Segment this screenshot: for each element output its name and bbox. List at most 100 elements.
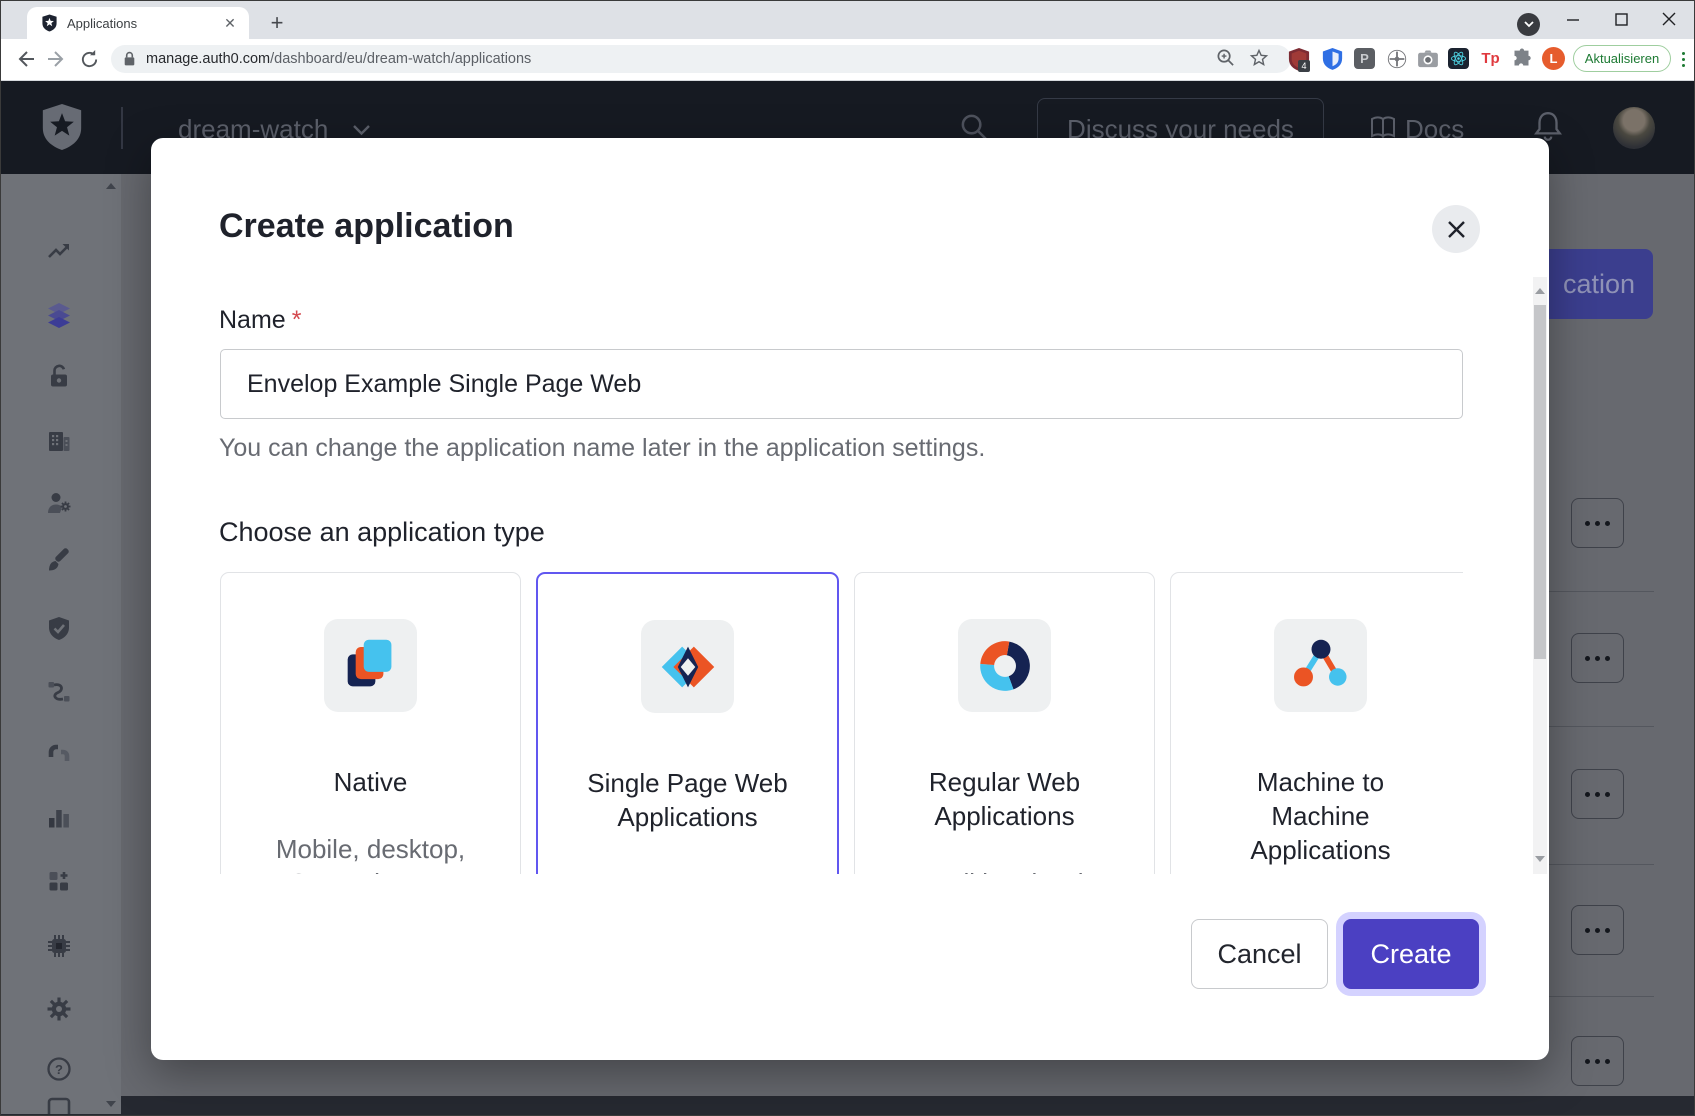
browser-update-button[interactable]: Aktualisieren bbox=[1573, 45, 1671, 72]
create-button[interactable]: Create bbox=[1343, 919, 1479, 989]
blocks-plus-icon[interactable] bbox=[45, 867, 73, 895]
window-maximize-button[interactable] bbox=[1601, 5, 1641, 33]
tampermonkey-extension-icon[interactable]: Tp bbox=[1479, 47, 1502, 70]
card-description: A JavaScript bbox=[615, 867, 760, 874]
card-title-line: Native bbox=[334, 765, 408, 799]
row-actions-menu-button[interactable] bbox=[1571, 633, 1624, 683]
card-native[interactable]: Native Mobile, desktop, CLI and smart bbox=[220, 572, 521, 874]
tab-title: Applications bbox=[67, 16, 221, 31]
application-name-input[interactable] bbox=[220, 349, 1463, 419]
modal-scroll-down-icon[interactable] bbox=[1535, 856, 1545, 862]
create-application-modal: Create application Name* You can change … bbox=[151, 138, 1549, 1060]
password-manager-extension-icon[interactable] bbox=[1321, 47, 1344, 70]
application-type-heading: Choose an application type bbox=[219, 517, 545, 548]
forward-button[interactable] bbox=[43, 45, 71, 73]
card-title-line: Applications bbox=[1250, 833, 1390, 867]
name-label-text: Name bbox=[219, 306, 286, 334]
cancel-button[interactable]: Cancel bbox=[1191, 919, 1328, 989]
url-bar[interactable]: manage.auth0.com/dashboard/eu/dream-watc… bbox=[111, 45, 1291, 73]
card-desc-line: Traditional web bbox=[917, 866, 1092, 874]
adblock-extension-icon[interactable]: 4 bbox=[1287, 47, 1310, 70]
modal-scroll-up-icon[interactable] bbox=[1535, 288, 1545, 294]
layers-icon[interactable] bbox=[45, 301, 73, 329]
trending-chart-icon[interactable] bbox=[45, 237, 73, 265]
node-graph-icon bbox=[1274, 619, 1367, 712]
row-actions-menu-button[interactable] bbox=[1571, 769, 1624, 819]
card-title-line: Single Page Web bbox=[587, 766, 787, 800]
user-avatar[interactable] bbox=[1613, 107, 1655, 149]
adblock-badge: 4 bbox=[1298, 60, 1310, 72]
shield-check-icon[interactable] bbox=[45, 615, 73, 643]
row-actions-menu-button[interactable] bbox=[1571, 498, 1624, 548]
page-bottom-strip bbox=[121, 1096, 1695, 1116]
url-path: /dashboard/eu/dream-watch/applications bbox=[270, 51, 531, 67]
card-machine-to-machine[interactable]: Machine to Machine Applications bbox=[1170, 572, 1463, 874]
react-devtools-extension-icon[interactable] bbox=[1447, 47, 1470, 70]
card-title: Single Page Web Applications bbox=[587, 766, 787, 834]
unlock-icon[interactable] bbox=[45, 362, 73, 390]
row-divider bbox=[1549, 996, 1654, 997]
bookmark-star-icon[interactable] bbox=[1247, 46, 1270, 69]
help-circle-icon[interactable]: ? bbox=[45, 1055, 73, 1083]
row-actions-menu-button[interactable] bbox=[1571, 905, 1624, 955]
profile-letter: L bbox=[1542, 47, 1565, 70]
tp-letters: Tp bbox=[1481, 50, 1499, 67]
chip-icon[interactable] bbox=[45, 932, 73, 960]
browser-tab[interactable]: Applications ✕ bbox=[27, 7, 249, 39]
sidebar-scroll-down-icon[interactable] bbox=[106, 1101, 116, 1107]
window-minimize-button[interactable] bbox=[1553, 5, 1593, 33]
p-letter: P bbox=[1354, 48, 1375, 69]
card-title-line: Machine bbox=[1250, 799, 1390, 833]
card-single-page-web[interactable]: Single Page Web Applications A JavaScrip… bbox=[536, 572, 839, 874]
building-icon[interactable] bbox=[45, 427, 73, 455]
gear-icon[interactable] bbox=[45, 995, 73, 1023]
pipeline-icon[interactable] bbox=[45, 739, 73, 767]
extensions-puzzle-icon[interactable] bbox=[1510, 47, 1533, 70]
paintbrush-icon[interactable] bbox=[45, 547, 73, 575]
application-type-cards: Native Mobile, desktop, CLI and smart Si… bbox=[220, 572, 1463, 874]
browser-titlebar bbox=[1, 1, 1695, 39]
card-description: Mobile, desktop, CLI and smart bbox=[276, 832, 465, 874]
card-title: Native bbox=[334, 765, 408, 799]
back-button[interactable] bbox=[11, 45, 39, 73]
tab-search-icon[interactable] bbox=[1517, 13, 1540, 36]
name-field-label: Name* bbox=[219, 306, 301, 335]
card-title: Regular Web Applications bbox=[929, 765, 1080, 833]
card-description: Traditional web bbox=[917, 866, 1092, 874]
card-title-line: Applications bbox=[929, 799, 1080, 833]
bar-chart-icon[interactable] bbox=[45, 803, 73, 831]
modal-scrollbar-thumb[interactable] bbox=[1534, 305, 1546, 659]
user-gear-icon[interactable] bbox=[45, 489, 73, 517]
diamonds-icon bbox=[641, 620, 734, 713]
svg-text:?: ? bbox=[55, 1062, 63, 1077]
card-title-line: Regular Web bbox=[929, 765, 1080, 799]
card-regular-web[interactable]: Regular Web Applications Traditional web bbox=[854, 572, 1155, 874]
p-extension-icon[interactable]: P bbox=[1353, 47, 1376, 70]
new-tab-button[interactable]: + bbox=[263, 9, 291, 37]
row-divider bbox=[1549, 864, 1654, 865]
row-divider bbox=[1549, 591, 1654, 592]
browser-menu-icon[interactable] bbox=[1675, 46, 1691, 72]
modal-scroll-area: Name* You can change the application nam… bbox=[151, 277, 1533, 874]
sidebar-scroll-up-icon[interactable] bbox=[106, 183, 116, 189]
browser-profile-avatar[interactable]: L bbox=[1542, 47, 1565, 70]
auth0-favicon-icon bbox=[41, 14, 58, 32]
header-divider bbox=[121, 107, 123, 149]
url-domain: manage.auth0.com bbox=[146, 51, 270, 67]
flow-icon[interactable] bbox=[45, 677, 73, 705]
stacked-screens-icon bbox=[324, 619, 417, 712]
card-desc-line: CLI and smart bbox=[276, 866, 465, 874]
modal-close-button[interactable] bbox=[1432, 205, 1480, 253]
reload-button[interactable] bbox=[75, 45, 103, 73]
window-close-button[interactable] bbox=[1649, 5, 1689, 33]
tab-close-icon[interactable]: ✕ bbox=[221, 14, 239, 32]
url-text: manage.auth0.com/dashboard/eu/dream-watc… bbox=[146, 51, 531, 67]
create-application-button-label: cation bbox=[1563, 269, 1635, 300]
lock-icon bbox=[123, 51, 136, 67]
camera-extension-icon[interactable] bbox=[1416, 47, 1439, 70]
picker-extension-icon[interactable] bbox=[1385, 47, 1408, 70]
screen: Applications ✕ + manage.auth0.com/dashbo… bbox=[0, 0, 1695, 1116]
card-title: Machine to Machine Applications bbox=[1250, 765, 1390, 867]
row-actions-menu-button[interactable] bbox=[1571, 1036, 1624, 1086]
zoom-page-icon[interactable] bbox=[1214, 46, 1237, 69]
